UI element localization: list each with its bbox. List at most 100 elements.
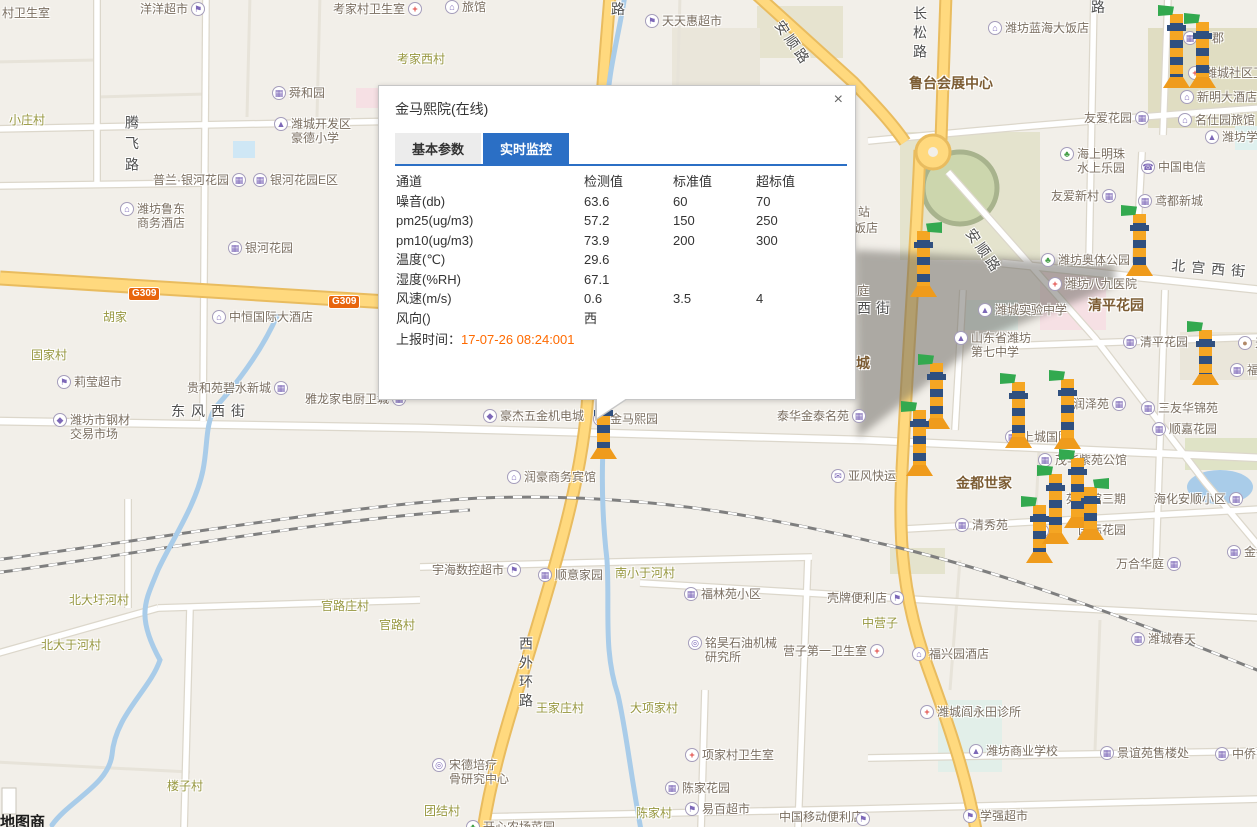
table-row: pm25(ug/m3)57.2150250 xyxy=(396,211,840,231)
station-marker[interactable] xyxy=(1005,382,1032,448)
chimney-icon xyxy=(1012,382,1025,438)
cell-over xyxy=(756,250,840,270)
chimney-icon xyxy=(913,410,926,466)
chimney-base xyxy=(1126,265,1153,276)
cell-standard xyxy=(673,250,756,270)
cell-over: 70 xyxy=(756,192,840,212)
green-flag-icon xyxy=(1037,465,1053,476)
station-marker[interactable] xyxy=(1192,330,1219,385)
chimney-collar xyxy=(1046,485,1065,491)
green-flag-icon xyxy=(1049,370,1065,381)
chimney-base xyxy=(906,465,933,476)
chimney-base xyxy=(1163,77,1190,88)
station-marker[interactable] xyxy=(1126,214,1153,276)
chimney-icon xyxy=(1133,214,1146,266)
green-flag-icon xyxy=(926,222,942,233)
col-header-over: 超标值 xyxy=(756,172,840,192)
roundabout xyxy=(916,135,950,169)
table-row: pm10(ug/m3)73.9200300 xyxy=(396,231,840,251)
popup-title: 金马熙院(在线) xyxy=(395,99,840,119)
chimney-icon xyxy=(1170,14,1183,78)
close-icon[interactable]: × xyxy=(834,92,843,108)
cell-measured: 67.1 xyxy=(584,270,673,290)
chimney-collar xyxy=(1058,390,1077,396)
chimney-icon xyxy=(1084,487,1097,530)
cell-over: 4 xyxy=(756,289,840,309)
green-flag-icon xyxy=(1093,478,1109,489)
cell-standard: 150 xyxy=(673,211,756,231)
chimney-base xyxy=(1189,77,1216,88)
cell-measured: 29.6 xyxy=(584,250,673,270)
chimney-base xyxy=(1077,529,1104,540)
cell-channel: pm10(ug/m3) xyxy=(396,231,584,251)
chimney-collar xyxy=(1167,25,1186,31)
cell-channel: 噪音(db) xyxy=(396,192,584,212)
chimney-icon xyxy=(1199,330,1212,375)
table-row: 噪音(db)63.66070 xyxy=(396,192,840,212)
chimney-collar xyxy=(927,374,946,380)
report-time-value: 17-07-26 08:24:001 xyxy=(461,332,574,347)
cell-over: 250 xyxy=(756,211,840,231)
cell-channel: 湿度(%RH) xyxy=(396,270,584,290)
chimney-base xyxy=(590,448,617,459)
cell-over xyxy=(756,270,840,290)
chimney-collar xyxy=(1196,341,1215,347)
chimney-collar xyxy=(1068,469,1087,475)
popup-tabs: 基本参数实时监控 xyxy=(395,133,847,166)
green-flag-icon xyxy=(1021,496,1037,507)
report-time: 上报时间：17-07-26 08:24:001 xyxy=(396,330,855,350)
cell-standard xyxy=(673,309,756,329)
table-row: 湿度(%RH)67.1 xyxy=(396,270,840,290)
col-header-standard: 标准值 xyxy=(673,172,756,192)
table-header-row: 通道 检测值 标准值 超标值 xyxy=(396,172,840,192)
station-marker[interactable] xyxy=(1189,22,1216,88)
chimney-base xyxy=(1054,438,1081,449)
chimney-icon xyxy=(1049,474,1062,534)
chimney-collar xyxy=(1130,225,1149,231)
cell-over: 300 xyxy=(756,231,840,251)
cell-channel: 风向() xyxy=(396,309,584,329)
table-row: 风速(m/s)0.63.54 xyxy=(396,289,840,309)
chimney-collar xyxy=(910,421,929,427)
green-flag-icon xyxy=(1184,13,1200,24)
cell-measured: 57.2 xyxy=(584,211,673,231)
station-marker[interactable] xyxy=(906,410,933,476)
table-row: 温度(℃)29.6 xyxy=(396,250,840,270)
chimney-icon xyxy=(1196,22,1209,78)
monitoring-map-screen: 村卫生室⚑洋洋超市⌂旅馆+考家村卫生室路⚑天天惠超市安顺路长松路路⌂潍坊蓝海大饭… xyxy=(0,0,1257,827)
chimney-base xyxy=(1026,552,1053,563)
popup-tab-0[interactable]: 基本参数 xyxy=(395,133,481,164)
cell-standard: 200 xyxy=(673,231,756,251)
chimney-collar xyxy=(1193,33,1212,39)
cell-channel: 风速(m/s) xyxy=(396,289,584,309)
cell-standard: 60 xyxy=(673,192,756,212)
col-header-channel: 通道 xyxy=(396,172,584,192)
cell-measured: 63.6 xyxy=(584,192,673,212)
realtime-table: 通道 检测值 标准值 超标值 噪音(db)63.66070pm25(ug/m3)… xyxy=(396,172,840,328)
green-flag-icon xyxy=(1121,205,1137,216)
cell-measured: 西 xyxy=(584,309,673,329)
station-marker[interactable] xyxy=(1163,14,1190,88)
chimney-collar xyxy=(914,242,933,248)
cell-standard xyxy=(673,270,756,290)
chimney-collar xyxy=(1081,498,1100,504)
cell-channel: 温度(℃) xyxy=(396,250,584,270)
report-time-label: 上报时间： xyxy=(396,332,461,347)
station-marker[interactable] xyxy=(1054,379,1081,449)
chimney-base xyxy=(1005,437,1032,448)
table-row: 风向()西 xyxy=(396,309,840,329)
cell-over xyxy=(756,309,840,329)
station-marker[interactable] xyxy=(1077,487,1104,540)
cell-channel: pm25(ug/m3) xyxy=(396,211,584,231)
green-flag-icon xyxy=(918,354,934,365)
chimney-icon xyxy=(1061,379,1074,439)
chimney-base xyxy=(1042,533,1069,544)
chimney-collar xyxy=(1009,393,1028,399)
green-flag-icon xyxy=(1000,373,1016,384)
station-popup: × 金马熙院(在线) 基本参数实时监控 通道 检测值 标准值 超标值 噪音(db… xyxy=(378,85,856,400)
chimney-icon xyxy=(917,231,930,287)
green-flag-icon xyxy=(1059,449,1075,460)
chimney-base xyxy=(910,286,937,297)
popup-tab-1[interactable]: 实时监控 xyxy=(483,133,569,164)
station-marker[interactable] xyxy=(910,231,937,297)
